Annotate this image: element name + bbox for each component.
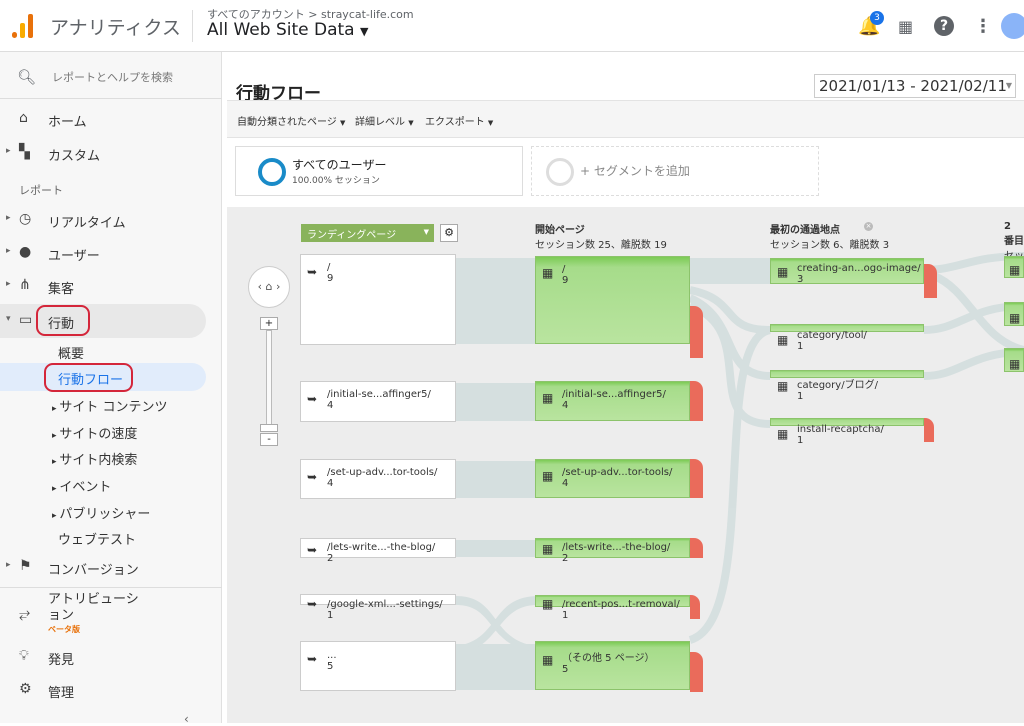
entry-arrow-icon: ➥ <box>307 597 318 611</box>
node-label: creating-an...ogo-image/3 <box>797 263 921 285</box>
column-title: 開始ページ <box>535 225 585 236</box>
column-stats: セッション数 25、離脱数 19 <box>535 240 667 251</box>
entry-arrow-icon: ➥ <box>307 392 318 406</box>
node-label: /recent-pos...t-removal/1 <box>562 599 680 621</box>
page-icon: ▦ <box>777 379 789 393</box>
entry-arrow-icon: ➥ <box>307 543 318 557</box>
page-icon: ▦ <box>1009 311 1021 325</box>
node-label: /set-up-adv...tor-tools/4 <box>562 467 673 489</box>
node-label: category/tool/1 <box>797 330 867 352</box>
page-icon: ▦ <box>777 427 789 441</box>
first-interaction-node[interactable]: ▦ install-recaptcha/1 <box>770 418 924 446</box>
zoom-slider-track[interactable] <box>266 330 272 426</box>
second-interaction-node[interactable]: ▦ <box>1004 302 1024 326</box>
page-icon: ▦ <box>777 333 789 347</box>
entry-arrow-icon: ➥ <box>307 265 318 279</box>
page-icon: ▦ <box>542 391 554 405</box>
column-header-start: 開始ページセッション数 25、離脱数 19 <box>535 221 667 251</box>
flow-link <box>456 540 536 557</box>
node-label: （その他 5 ページ） 5 <box>562 653 655 675</box>
pan-control[interactable]: ‹ ⌂ › <box>248 266 290 308</box>
landing-node[interactable]: ➥ ... 5 <box>300 641 456 691</box>
settings-gear-icon[interactable]: ⚙ <box>440 224 458 242</box>
flow-link <box>456 383 536 421</box>
zoom-in-button[interactable]: + <box>260 317 278 330</box>
node-label: /9 <box>327 262 334 284</box>
exit-drop[interactable] <box>924 418 934 442</box>
column-stats: セッション数 6、離脱数 3 <box>770 240 890 251</box>
landing-page-dropdown[interactable]: ランディングページ ▼ <box>301 224 434 242</box>
entry-arrow-icon: ➥ <box>307 470 318 484</box>
node-label: /lets-write...-the-blog/2 <box>562 542 671 564</box>
flow-connections <box>456 252 1024 690</box>
landing-node[interactable]: ➥ /initial-se...affinger5/4 <box>300 381 456 422</box>
start-page-node[interactable]: ▦ /initial-se...affinger5/4 <box>535 381 690 421</box>
node-label: /set-up-adv...tor-tools/4 <box>327 467 438 489</box>
entry-arrow-icon: ➥ <box>307 652 318 666</box>
node-label: ... 5 <box>327 650 337 672</box>
page-icon: ▦ <box>1009 263 1021 277</box>
landing-node[interactable]: ➥ /lets-write...-the-blog/2 <box>300 538 456 564</box>
exit-drop[interactable] <box>690 538 703 558</box>
zoom-out-button[interactable]: - <box>260 433 278 446</box>
first-interaction-node[interactable]: ▦ category/ブログ/1 <box>770 370 924 402</box>
first-interaction-node[interactable]: ▦ category/tool/1 <box>770 324 924 352</box>
zoom-slider-handle[interactable] <box>260 424 278 432</box>
start-page-node[interactable]: ▦ /9 <box>535 256 690 344</box>
page-icon: ▦ <box>1009 357 1021 371</box>
close-icon[interactable]: × <box>864 222 873 231</box>
node-label: /initial-se...affinger5/4 <box>562 389 666 411</box>
exit-drop[interactable] <box>690 595 700 619</box>
start-page-node[interactable]: ▦ （その他 5 ページ） 5 <box>535 641 690 690</box>
column-title: 2 番目 <box>1004 221 1024 247</box>
flow-link <box>456 461 536 498</box>
exit-drop[interactable] <box>690 459 703 498</box>
node-label: install-recaptcha/1 <box>797 424 884 446</box>
node-label: /google-xml...-settings/1 <box>327 599 443 621</box>
node-label: /lets-write...-the-blog/2 <box>327 542 436 564</box>
node-label: category/ブログ/1 <box>797 380 878 402</box>
page-icon: ▦ <box>777 265 789 279</box>
page-icon: ▦ <box>542 653 554 667</box>
second-interaction-node[interactable]: ▦ <box>1004 348 1024 372</box>
landing-node[interactable]: ➥ /google-xml...-settings/1 <box>300 594 456 621</box>
page-icon: ▦ <box>542 597 554 611</box>
node-label: /initial-se...affinger5/4 <box>327 389 431 411</box>
page-icon: ▦ <box>542 469 554 483</box>
landing-node[interactable]: ➥ /9 <box>300 254 456 345</box>
page-icon: ▦ <box>542 266 554 280</box>
landing-node[interactable]: ➥ /set-up-adv...tor-tools/4 <box>300 459 456 499</box>
second-interaction-node[interactable]: ▦ <box>1004 256 1024 278</box>
start-page-node[interactable]: ▦ /lets-write...-the-blog/2 <box>535 538 690 564</box>
dropdown-label: ランディングページ <box>307 230 397 241</box>
exit-drop[interactable] <box>690 381 703 421</box>
flow-link <box>456 258 536 344</box>
exit-drop[interactable] <box>690 652 703 692</box>
flow-link <box>690 258 770 284</box>
start-page-node[interactable]: ▦ /set-up-adv...tor-tools/4 <box>535 459 690 498</box>
first-interaction-node[interactable]: ▦ creating-an...ogo-image/3 <box>770 258 924 285</box>
page-icon: ▦ <box>542 542 554 556</box>
start-page-node[interactable]: ▦ /recent-pos...t-removal/1 <box>535 595 690 621</box>
caret-down-icon: ▼ <box>423 228 429 236</box>
exit-drop[interactable] <box>690 306 703 358</box>
exit-drop[interactable] <box>924 264 937 298</box>
node-label: /9 <box>562 264 569 286</box>
